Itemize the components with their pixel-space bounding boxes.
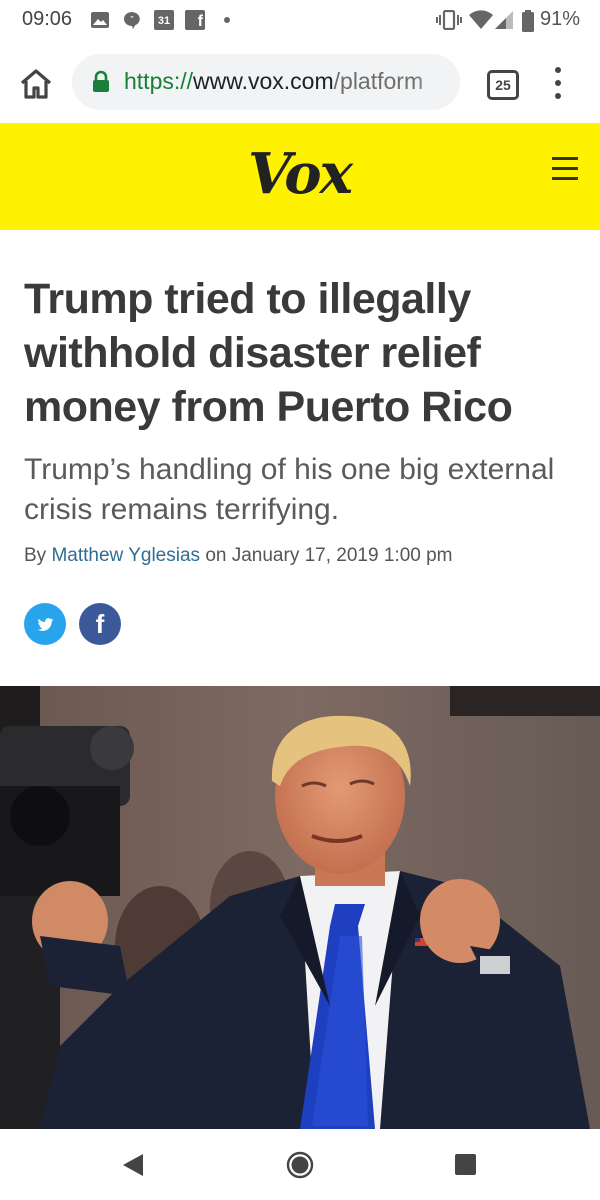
battery-percent: 91% — [540, 8, 581, 30]
battery-icon — [522, 10, 534, 32]
wifi-icon — [469, 10, 493, 29]
browser-toolbar: https://www.vox.com/platform 25 — [0, 40, 600, 123]
signal-icon — [495, 11, 513, 29]
tab-count: 25 — [495, 77, 511, 93]
gallery-icon — [91, 12, 109, 28]
recents-icon[interactable] — [455, 1154, 476, 1175]
back-icon[interactable] — [122, 1153, 144, 1177]
home-nav-icon[interactable] — [286, 1151, 314, 1179]
calendar-day: 31 — [157, 15, 171, 27]
byline-prefix: By — [24, 545, 47, 566]
url-host: www.vox.com — [193, 68, 334, 94]
article-dek: Trump’s handling of his one big external… — [24, 453, 555, 526]
hamburger-menu-icon[interactable] — [552, 157, 578, 181]
facebook-share-button[interactable]: f — [79, 603, 121, 645]
home-icon[interactable] — [18, 66, 54, 102]
vibrate-icon — [436, 10, 462, 30]
twitter-share-button[interactable] — [24, 603, 66, 645]
article-headline: Trump tried to illegally withhold disast… — [24, 275, 513, 431]
vox-logo[interactable]: Vox — [248, 141, 353, 207]
url-scheme: https:// — [124, 68, 194, 94]
status-time: 09:06 — [22, 8, 73, 30]
more-notifications-dot-icon — [224, 17, 230, 23]
overflow-menu-icon[interactable] — [552, 67, 564, 99]
chat-bubble-icon: ” — [124, 12, 140, 29]
status-bar: 09:06 ” 31 f 91% — [0, 0, 600, 40]
calendar-icon: 31 — [154, 10, 174, 30]
byline-on: on — [205, 545, 227, 566]
url-text[interactable]: https://www.vox.com/platform — [124, 68, 454, 98]
lock-icon — [93, 70, 109, 92]
author-link[interactable]: Matthew Yglesias — [51, 545, 200, 566]
article-hero-photo — [0, 686, 600, 1129]
url-bar[interactable]: https://www.vox.com/platform — [72, 54, 460, 110]
tab-switcher-button[interactable]: 25 — [487, 70, 519, 100]
byline: By Matthew Yglesias on January 17, 2019 … — [24, 545, 453, 567]
site-header: Vox — [0, 123, 600, 230]
twitter-bird-icon — [37, 618, 54, 631]
android-nav-bar — [0, 1129, 600, 1200]
publish-date: January 17, 2019 1:00 pm — [231, 545, 453, 566]
facebook-icon: f — [95, 609, 105, 639]
facebook-notification-icon: f — [185, 10, 205, 30]
url-path: /platform — [333, 68, 424, 94]
svg-text:”: ” — [130, 15, 134, 24]
